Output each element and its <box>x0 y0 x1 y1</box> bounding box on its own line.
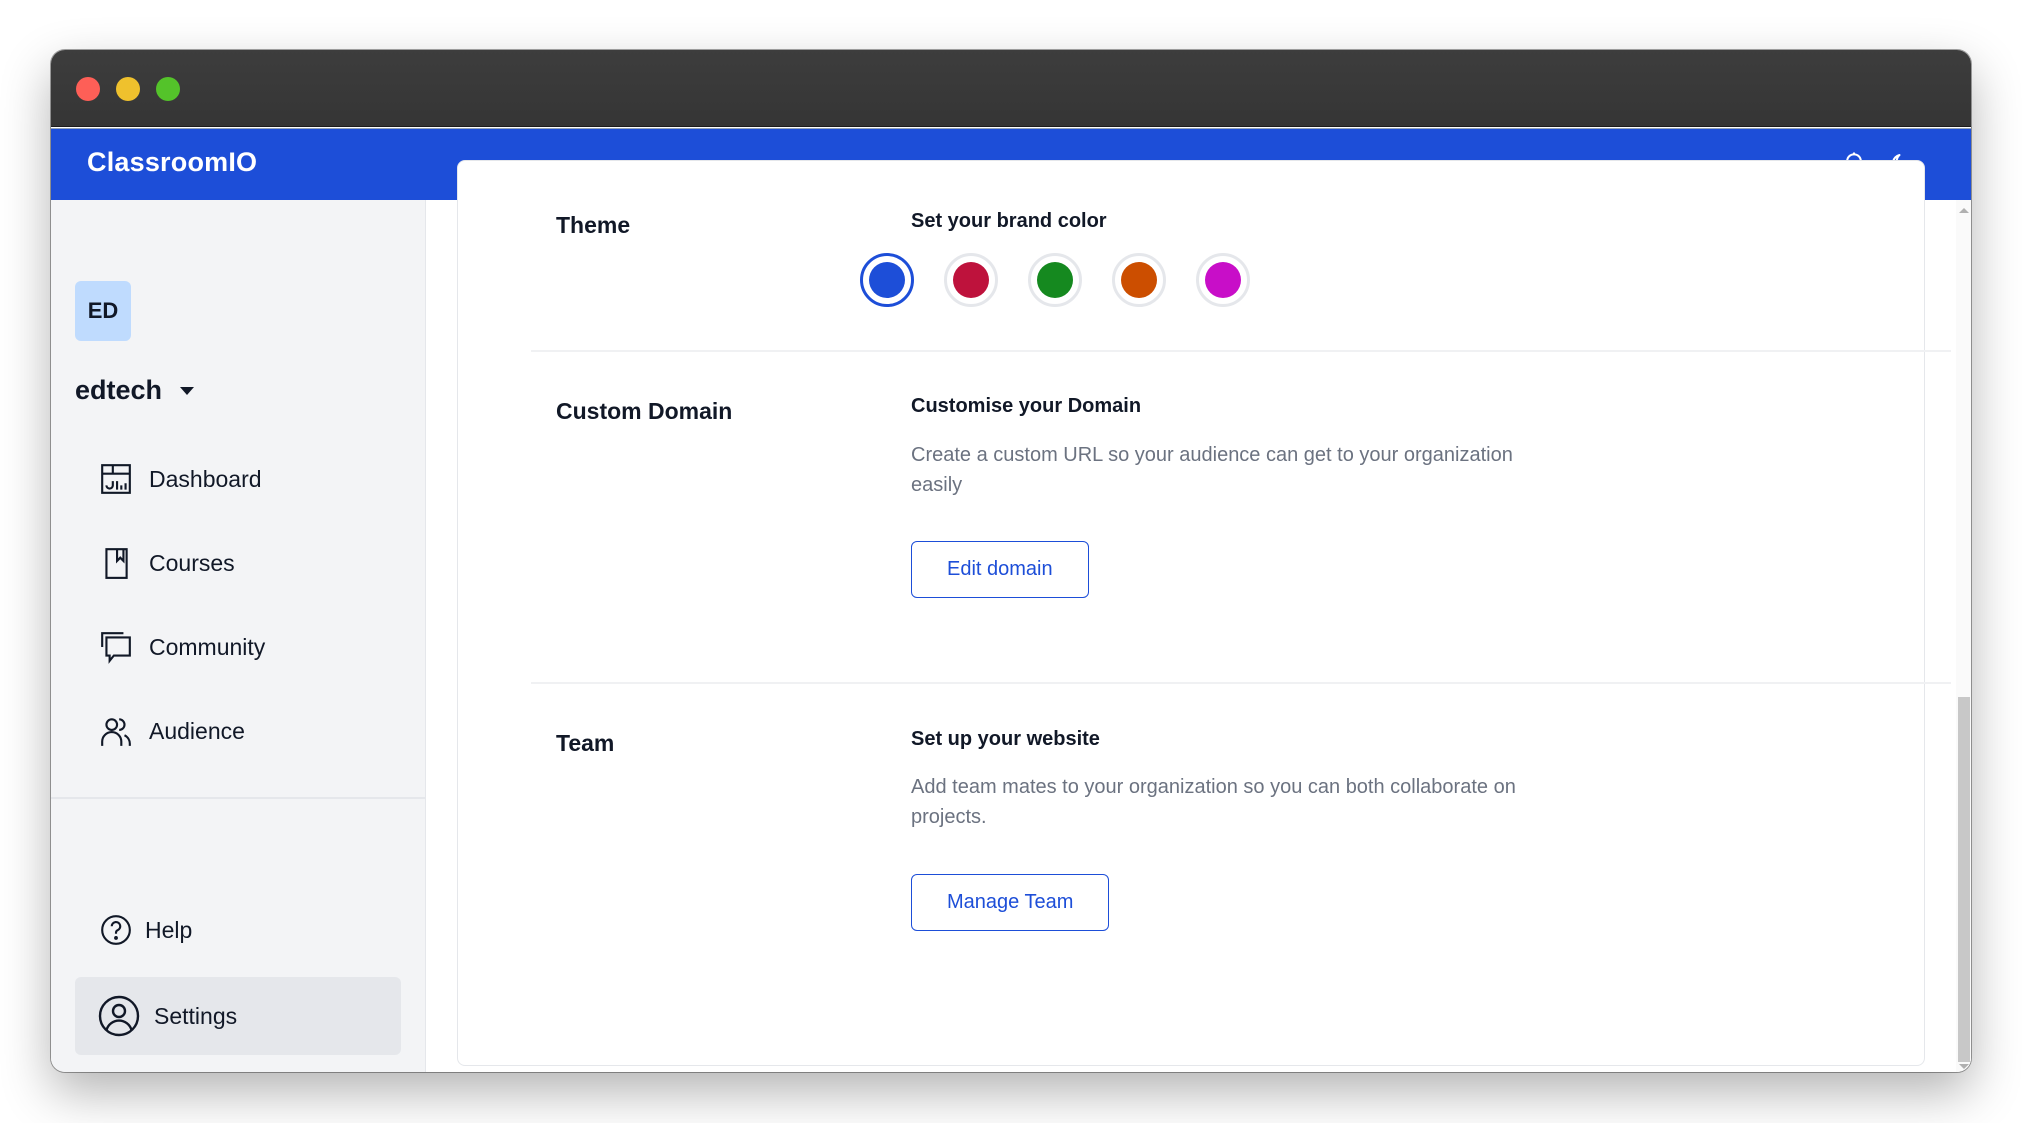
section-divider <box>531 682 1951 684</box>
color-swatch-dot <box>1121 262 1157 298</box>
team-description: Add team mates to your organization so y… <box>911 776 1516 828</box>
color-swatch-dot <box>869 262 905 298</box>
team-title: Set up your website <box>911 728 1100 750</box>
chat-icon <box>101 632 131 664</box>
sidebar-item-audience[interactable]: Audience <box>99 706 245 756</box>
color-swatch[interactable] <box>860 253 914 307</box>
minimize-window-button[interactable] <box>116 77 140 101</box>
sidebar-divider <box>51 797 426 799</box>
org-switcher[interactable]: edtech <box>75 375 195 406</box>
color-swatch-dot <box>1205 262 1241 298</box>
caret-down-icon <box>180 386 195 395</box>
color-swatch-dot <box>953 262 989 298</box>
sidebar-item-courses[interactable]: Courses <box>99 538 235 588</box>
sidebar-item-label: Audience <box>149 717 245 744</box>
book-icon <box>105 548 128 579</box>
settings-content <box>427 160 1971 1072</box>
sidebar-item-community[interactable]: Community <box>99 622 265 672</box>
vertical-scrollbar[interactable] <box>1956 200 1971 1072</box>
user-circle-icon <box>98 995 140 1037</box>
dashboard-icon <box>101 464 131 494</box>
org-avatar: ED <box>75 281 131 341</box>
sidebar-item-help[interactable]: Help <box>99 905 192 955</box>
edit-domain-button[interactable]: Edit domain <box>911 541 1089 598</box>
sidebar-item-label: Settings <box>154 1002 238 1029</box>
color-swatch[interactable] <box>1112 253 1166 307</box>
sidebar-item-label: Help <box>145 916 193 943</box>
theme-title: Set your brand color <box>911 210 1107 232</box>
maximize-window-button[interactable] <box>156 77 180 101</box>
color-swatch[interactable] <box>1028 253 1082 307</box>
sidebar-item-label: Dashboard <box>149 465 262 492</box>
brand-logo[interactable]: ClassroomIO <box>87 147 257 178</box>
theme-label: Theme <box>556 212 631 238</box>
section-divider <box>531 350 1951 352</box>
manage-team-button[interactable]: Manage Team <box>911 874 1110 931</box>
scrollbar-thumb[interactable] <box>1958 697 1970 1062</box>
sidebar-item-settings[interactable]: Settings <box>75 977 401 1055</box>
scroll-down-arrow-icon[interactable] <box>1959 1064 1969 1069</box>
help-icon <box>101 915 131 945</box>
color-swatch[interactable] <box>1196 253 1250 307</box>
users-icon <box>101 718 131 746</box>
settings-card <box>457 160 1925 1066</box>
org-name: edtech <box>75 375 163 405</box>
scroll-up-arrow-icon[interactable] <box>1959 208 1969 213</box>
custom-domain-description: Create a custom URL so your audience can… <box>911 444 1513 496</box>
color-swatch-dot <box>1037 262 1073 298</box>
sidebar-item-dashboard[interactable]: Dashboard <box>99 454 262 504</box>
close-window-button[interactable] <box>76 77 100 101</box>
color-swatch[interactable] <box>944 253 998 307</box>
sidebar: ED edtech Dashboard Courses Community Au… <box>51 200 426 1072</box>
window-titlebar <box>51 50 1971 127</box>
custom-domain-title: Customise your Domain <box>911 395 1142 417</box>
sidebar-item-label: Community <box>149 633 266 660</box>
sidebar-item-label: Courses <box>149 549 235 576</box>
custom-domain-label: Custom Domain <box>556 398 733 424</box>
team-label: Team <box>556 730 615 756</box>
app-window: ClassroomIO ED edtech Dashboard Courses … <box>51 50 1971 1072</box>
